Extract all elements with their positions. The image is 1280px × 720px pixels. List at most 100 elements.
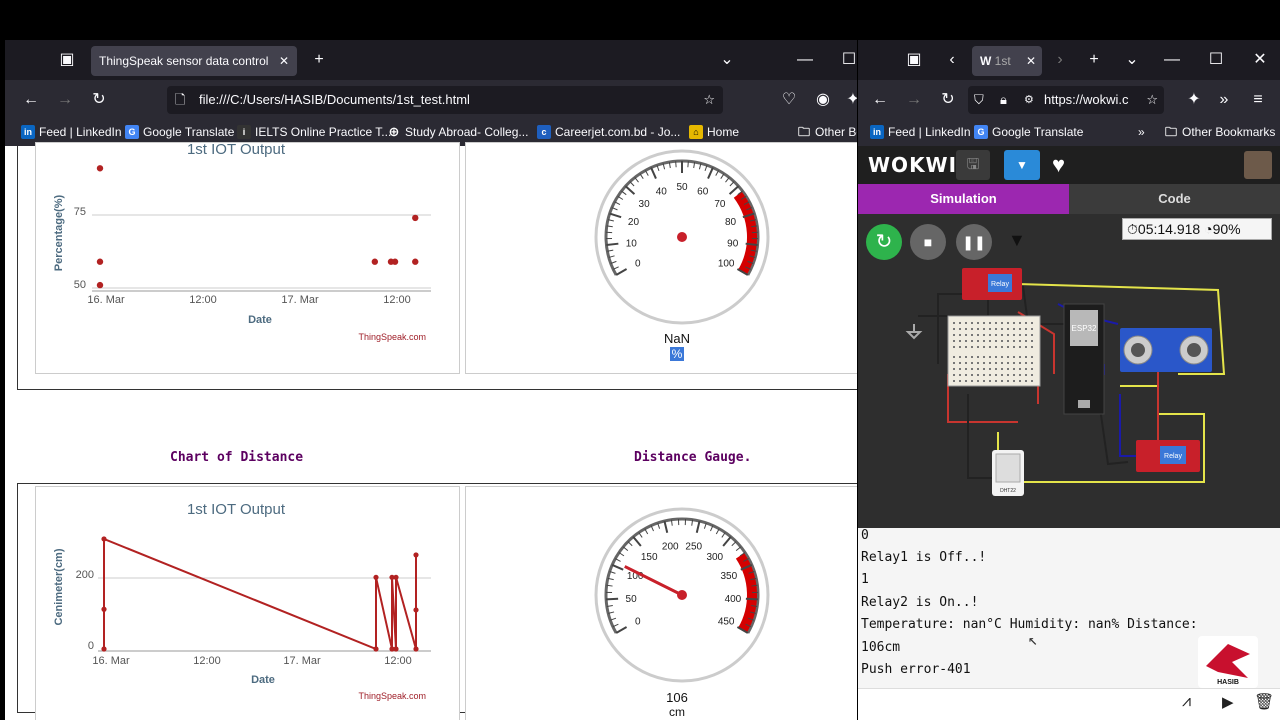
- breadboard-hole: [953, 346, 955, 348]
- y-tick-label: 0: [88, 640, 94, 652]
- bookmark-careerjet[interactable]: c Careerjet.com.bd - Jo...: [537, 125, 680, 139]
- dropdown-arrow-icon[interactable]: ▼: [1004, 150, 1040, 180]
- data-point[interactable]: [96, 281, 104, 289]
- maximize-icon[interactable]: ☐: [839, 50, 857, 70]
- data-point[interactable]: [412, 214, 419, 222]
- breadboard[interactable]: [947, 315, 1041, 387]
- wokwi-logo[interactable]: WOKWI: [868, 153, 957, 177]
- reload-icon[interactable]: ↻: [938, 90, 958, 110]
- breadboard-hole: [983, 328, 985, 330]
- pocket-icon[interactable]: ♡: [779, 90, 799, 110]
- folder-icon: 🗀: [1164, 125, 1177, 139]
- bookmark-linkedin[interactable]: in Feed | LinkedIn: [21, 125, 122, 139]
- gauge-tick-label: 0: [635, 259, 641, 270]
- data-point[interactable]: [413, 646, 419, 652]
- address-bar[interactable]: 🗋 file:///C:/Users/HASIB/Documents/1st_t…: [167, 86, 723, 114]
- dht22-sensor[interactable]: DHT22: [992, 450, 1024, 496]
- data-point[interactable]: [101, 646, 107, 652]
- chevron-down-icon[interactable]: ⌄: [1122, 50, 1142, 70]
- data-point[interactable]: [373, 646, 379, 652]
- y-axis-label: Cenimeter(cm): [53, 548, 65, 625]
- data-point[interactable]: [391, 258, 399, 265]
- new-tab-icon[interactable]: +: [309, 50, 329, 70]
- serial-line: 0: [861, 528, 869, 543]
- ultrasonic-sensor[interactable]: [1120, 328, 1212, 372]
- close-window-icon[interactable]: ✕: [1250, 50, 1270, 70]
- thingspeak-credit[interactable]: ThingSpeak.com: [358, 691, 426, 701]
- data-point[interactable]: [96, 165, 104, 172]
- heart-icon[interactable]: ♥: [1052, 150, 1065, 180]
- breadboard-hole: [1025, 362, 1027, 364]
- bookmark-study-abroad[interactable]: ⊕ Study Abroad- Colleg...: [387, 125, 529, 140]
- close-tab-icon[interactable]: ✕: [1026, 46, 1036, 76]
- bookmark-google-translate[interactable]: G Google Translate: [125, 125, 234, 139]
- menu-icon[interactable]: ≡: [1248, 90, 1268, 110]
- tab-thingspeak[interactable]: ThingSpeak sensor data control ✕: [91, 46, 297, 76]
- star-icon[interactable]: ☆: [703, 86, 715, 114]
- breadboard-hole: [1031, 346, 1033, 348]
- overflow-bookmarks-icon[interactable]: »: [1138, 125, 1145, 139]
- chevron-down-icon[interactable]: ⌄: [717, 50, 737, 70]
- reload-icon[interactable]: ↻: [89, 90, 109, 110]
- data-point[interactable]: [412, 258, 419, 265]
- star-icon[interactable]: ☆: [1146, 86, 1158, 114]
- plotter-icon[interactable]: ⩘: [1182, 693, 1191, 711]
- relay-module-2[interactable]: Relay: [1136, 440, 1200, 472]
- back-arrow-icon[interactable]: ←: [870, 90, 890, 110]
- gauge-tick-label: 20: [628, 217, 640, 228]
- tab-list-icon[interactable]: ▣: [904, 50, 924, 70]
- overflow-chevrons-icon[interactable]: »: [1214, 90, 1234, 110]
- top-chart-svg: 1st IOT Output Percentage(%) 75 50 16. M…: [53, 141, 431, 342]
- simulation-canvas[interactable]: ↻ ■ ❚❚ ▼ ⏱05:14.918 ◔90% Relay ESP32 DHT…: [858, 214, 1280, 528]
- extensions-icon[interactable]: ✦: [1184, 90, 1204, 110]
- back-arrow-icon[interactable]: ←: [21, 90, 41, 110]
- tab-scroll-right-icon[interactable]: ›: [1050, 50, 1070, 70]
- page-content: 1st IOT Output Percentage(%) 75 50 16. M…: [5, 141, 857, 720]
- relay-module-1[interactable]: Relay: [962, 268, 1022, 300]
- forward-arrow-icon[interactable]: →: [904, 90, 924, 110]
- tab-code[interactable]: Code: [1069, 184, 1280, 214]
- breadboard-hole: [977, 374, 979, 376]
- new-tab-icon[interactable]: +: [1084, 50, 1104, 70]
- channel-watermark: HASIB: [1198, 636, 1258, 688]
- bookmark-linkedin[interactable]: in Feed | LinkedIn: [870, 125, 971, 139]
- trash-icon[interactable]: 🗑︎: [1254, 692, 1274, 712]
- account-icon[interactable]: ◉: [813, 90, 833, 110]
- x-axis-label: Date: [251, 674, 275, 686]
- close-tab-icon[interactable]: ✕: [279, 46, 289, 76]
- bookmark-home[interactable]: ⌂ Home: [689, 125, 739, 139]
- minimize-icon[interactable]: —: [795, 50, 815, 70]
- bookmark-ielts[interactable]: i IELTS Online Practice T...: [237, 125, 391, 139]
- data-point[interactable]: [96, 258, 104, 265]
- avatar[interactable]: [1244, 151, 1272, 179]
- data-point[interactable]: [373, 574, 379, 580]
- thingspeak-credit[interactable]: ThingSpeak.com: [358, 332, 426, 342]
- tab-list-icon[interactable]: ▣: [57, 50, 77, 70]
- data-point[interactable]: [371, 258, 379, 265]
- data-point[interactable]: [101, 606, 107, 612]
- data-point[interactable]: [413, 552, 419, 558]
- esp32-board[interactable]: ESP32: [1063, 303, 1105, 415]
- tab-scroll-left-icon[interactable]: ‹: [942, 50, 962, 70]
- forward-arrow-icon[interactable]: →: [55, 90, 75, 110]
- save-icon[interactable]: 🖫: [956, 150, 990, 180]
- data-point[interactable]: [393, 646, 399, 652]
- bookmark-other[interactable]: 🗀Other Bo: [797, 125, 857, 139]
- bottom-gauge-panel: 0 50 100 150 200 250 300 350 400 450 106 cm: [465, 486, 857, 720]
- bookmark-google-translate[interactable]: G Google Translate: [974, 125, 1083, 139]
- play-icon[interactable]: ▶: [1222, 693, 1234, 711]
- data-point[interactable]: [413, 607, 419, 613]
- address-bar[interactable]: ⛉ 🔒︎ ⚙ https://wokwi.c ☆: [968, 86, 1164, 114]
- breadboard-hole: [965, 340, 967, 342]
- breadboard-hole: [1031, 362, 1033, 364]
- data-point[interactable]: [393, 574, 399, 580]
- permissions-icon: ⚙: [1024, 94, 1034, 106]
- tab-simulation[interactable]: Simulation: [858, 184, 1069, 214]
- extensions-icon[interactable]: ✦: [843, 90, 857, 110]
- bookmark-other[interactable]: 🗀 Other Bookmarks: [1164, 125, 1275, 139]
- minimize-icon[interactable]: —: [1162, 50, 1182, 70]
- maximize-icon[interactable]: ☐: [1206, 50, 1226, 70]
- data-point[interactable]: [101, 536, 107, 542]
- breadboard-hole: [959, 380, 961, 382]
- tab-wokwi[interactable]: W 1st ✕: [972, 46, 1042, 76]
